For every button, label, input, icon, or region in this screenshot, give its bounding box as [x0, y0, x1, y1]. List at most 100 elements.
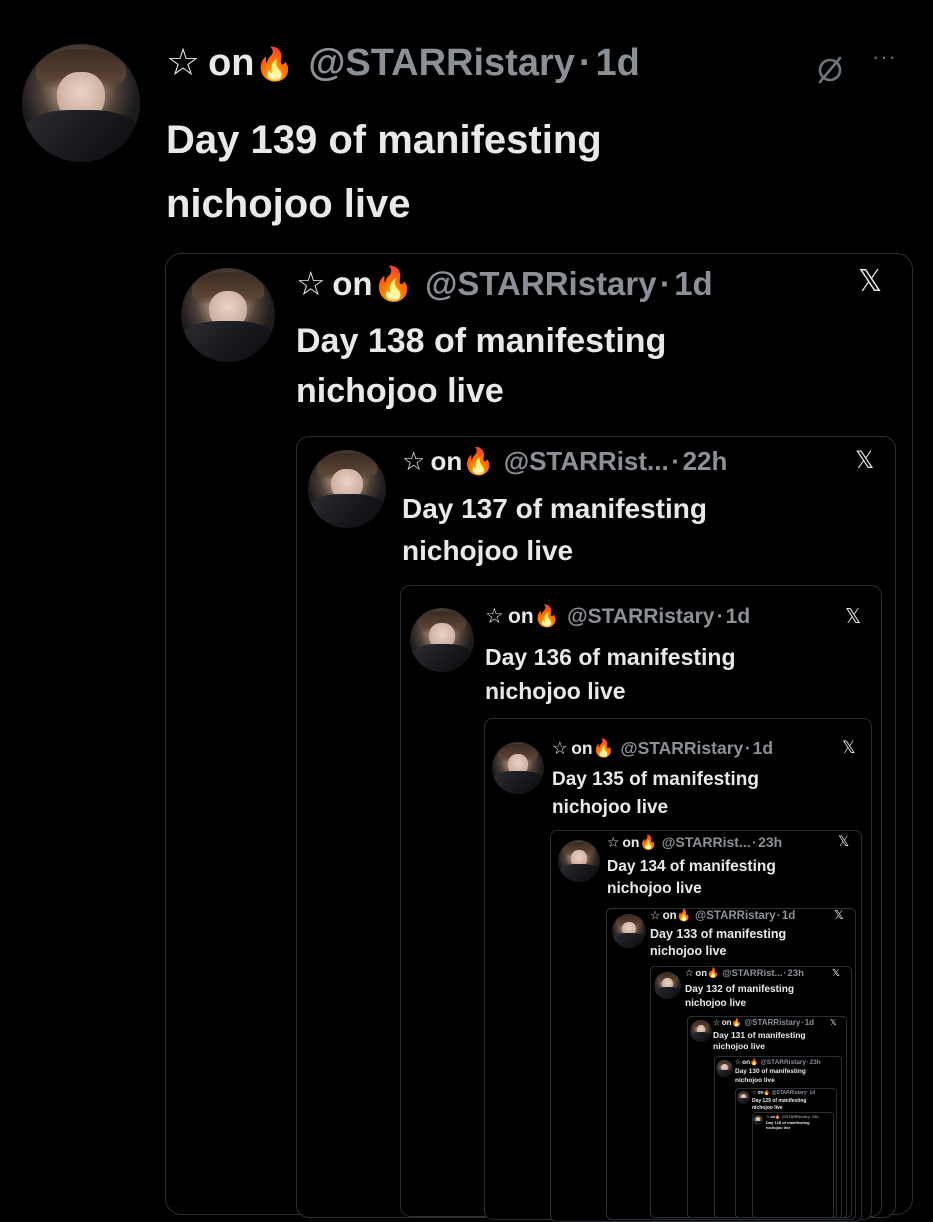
timestamp[interactable]: 1d	[753, 738, 773, 759]
tweet-text: Day 135 of manifesting nichojoo live	[552, 766, 759, 822]
display-name[interactable]: on	[332, 265, 372, 303]
tweet-text-line2: nichojoo live	[296, 372, 504, 410]
avatar[interactable]	[737, 1091, 750, 1104]
display-name[interactable]: on	[663, 910, 677, 922]
avatar[interactable]	[716, 1060, 733, 1077]
tweet-header: ☆ on 🔥 @STARRistary · 23h	[735, 1058, 821, 1066]
avatar[interactable]	[612, 914, 646, 948]
avatar[interactable]	[690, 1020, 712, 1042]
timestamp[interactable]: 1d	[809, 1090, 815, 1096]
star-icon: ☆	[685, 968, 694, 979]
tweet-text: Day 134 of manifesting nichojoo live	[607, 856, 776, 900]
tweet-text-line1: Day 139 of manifesting	[166, 118, 602, 162]
tweet-text-line1: Day 131 of manifesting	[713, 1030, 806, 1040]
username-handle[interactable]: @STARRistary	[744, 1018, 800, 1027]
fire-emoji: 🔥	[639, 834, 657, 850]
display-name[interactable]: on	[742, 1059, 750, 1066]
tweet-text-line2: nichojoo live	[685, 998, 747, 1009]
tweet-text-line1: Day 132 of manifesting	[685, 984, 794, 995]
avatar[interactable]	[181, 268, 275, 362]
tweet-text: Day 128 of manifesting nichojoo live	[766, 1120, 810, 1130]
username-handle[interactable]: @STARRistary	[567, 605, 714, 629]
avatar[interactable]	[308, 450, 386, 528]
close-icon[interactable]: 𝕏	[845, 604, 861, 628]
username-handle[interactable]: @STARRistary	[782, 1114, 810, 1119]
close-icon[interactable]: 𝕏	[830, 1018, 836, 1027]
timestamp[interactable]: 1d	[782, 910, 795, 922]
display-name[interactable]: on	[722, 1018, 732, 1027]
fire-emoji: 🔥	[707, 968, 719, 979]
avatar[interactable]	[22, 44, 140, 162]
star-icon: ☆	[766, 1114, 770, 1119]
fire-emoji: 🔥	[462, 446, 495, 476]
tweet-text-line1: Day 138 of manifesting	[296, 322, 667, 360]
display-name[interactable]: on	[508, 605, 534, 629]
avatar[interactable]	[753, 1115, 763, 1125]
tweet-text-line2: nichojoo live	[402, 535, 574, 566]
close-icon[interactable]: 𝕏	[842, 738, 856, 758]
timestamp[interactable]: 23h	[812, 1114, 819, 1119]
username-handle[interactable]: @STARRistary	[308, 42, 575, 85]
display-name[interactable]: on	[571, 738, 592, 759]
avatar[interactable]	[410, 608, 474, 672]
tweet-text-line1: Day 130 of manifesting	[735, 1068, 806, 1075]
close-icon[interactable]: 𝕏	[855, 446, 874, 474]
timestamp[interactable]: 23h	[809, 1059, 820, 1066]
timestamp[interactable]: 22h	[683, 446, 728, 477]
username-handle[interactable]: @STARRistary	[425, 265, 656, 303]
tweet-header: ☆ on 🔥 @STARRist... · 23h	[685, 968, 804, 979]
tweet-text-line1: Day 136 of manifesting	[485, 644, 736, 670]
timestamp[interactable]: 1d	[805, 1018, 814, 1027]
fire-emoji: 🔥	[731, 1018, 742, 1027]
display-name[interactable]: on	[622, 834, 639, 850]
timestamp[interactable]: 1d	[674, 265, 713, 303]
timestamp[interactable]: 23h	[758, 834, 782, 850]
tweet-thread: ☆ on 🔥 @STARRistary · 1d ··· Day 139 of …	[0, 0, 933, 1222]
username-handle[interactable]: @STARRist...	[722, 968, 782, 979]
username-handle[interactable]: @STARRist...	[662, 834, 751, 850]
username-handle[interactable]: @STARRistary	[621, 738, 744, 759]
tweet-header: ☆ on 🔥 @STARRistary · 1d	[296, 264, 713, 304]
username-handle[interactable]: @STARRistary	[695, 910, 776, 922]
tweet-text-line2: nichojoo live	[485, 678, 626, 704]
tweet-header: ☆ on 🔥 @STARRistary · 1d	[166, 40, 640, 85]
separator: ·	[801, 1018, 804, 1027]
avatar[interactable]	[492, 742, 544, 794]
display-name[interactable]: on	[695, 968, 707, 979]
avatar[interactable]	[654, 972, 681, 999]
timestamp[interactable]: 1d	[596, 42, 640, 85]
separator: ·	[578, 42, 592, 84]
tweet-header: ☆ on 🔥 @STARRist... · 22h	[402, 446, 727, 477]
tweet-text: Day 133 of manifesting nichojoo live	[650, 926, 786, 960]
separator: ·	[752, 834, 757, 850]
tweet-text: Day 136 of manifesting nichojoo live	[485, 640, 736, 708]
slash-circle-icon[interactable]	[814, 54, 846, 91]
tweet-text: Day 130 of manifesting nichojoo live	[735, 1068, 806, 1085]
timestamp[interactable]: 23h	[788, 968, 804, 979]
close-icon[interactable]: 𝕏	[834, 908, 844, 922]
fire-emoji: 🔥	[592, 738, 615, 758]
tweet-text-line2: nichojoo live	[166, 182, 411, 226]
separator: ·	[659, 265, 671, 302]
tweet-header: ☆ on 🔥 @STARRistary · 1d	[485, 604, 750, 629]
tweet-text: Day 131 of manifesting nichojoo live	[713, 1030, 806, 1052]
display-name[interactable]: on	[208, 42, 254, 85]
tweet-text-line2: nichojoo live	[713, 1041, 765, 1051]
username-handle[interactable]: @STARRistary	[772, 1090, 807, 1096]
display-name[interactable]: on	[431, 446, 463, 477]
star-icon: ☆	[650, 910, 661, 922]
username-handle[interactable]: @STARRist...	[504, 446, 669, 477]
star-icon: ☆	[552, 738, 568, 758]
avatar[interactable]	[558, 840, 600, 882]
close-icon[interactable]: 𝕏	[832, 968, 840, 979]
tweet-text-line2: nichojoo live	[650, 944, 727, 958]
more-icon[interactable]: ···	[872, 44, 897, 70]
tweet-text-line2: nichojoo live	[607, 880, 702, 897]
fire-emoji: 🔥	[775, 1114, 781, 1119]
separator: ·	[783, 968, 787, 979]
close-icon[interactable]: 𝕏	[838, 834, 849, 850]
close-icon[interactable]: 𝕏	[858, 264, 882, 299]
timestamp[interactable]: 1d	[726, 605, 751, 629]
tweet-text-line2: nichojoo live	[735, 1076, 775, 1084]
username-handle[interactable]: @STARRistary	[760, 1059, 806, 1066]
